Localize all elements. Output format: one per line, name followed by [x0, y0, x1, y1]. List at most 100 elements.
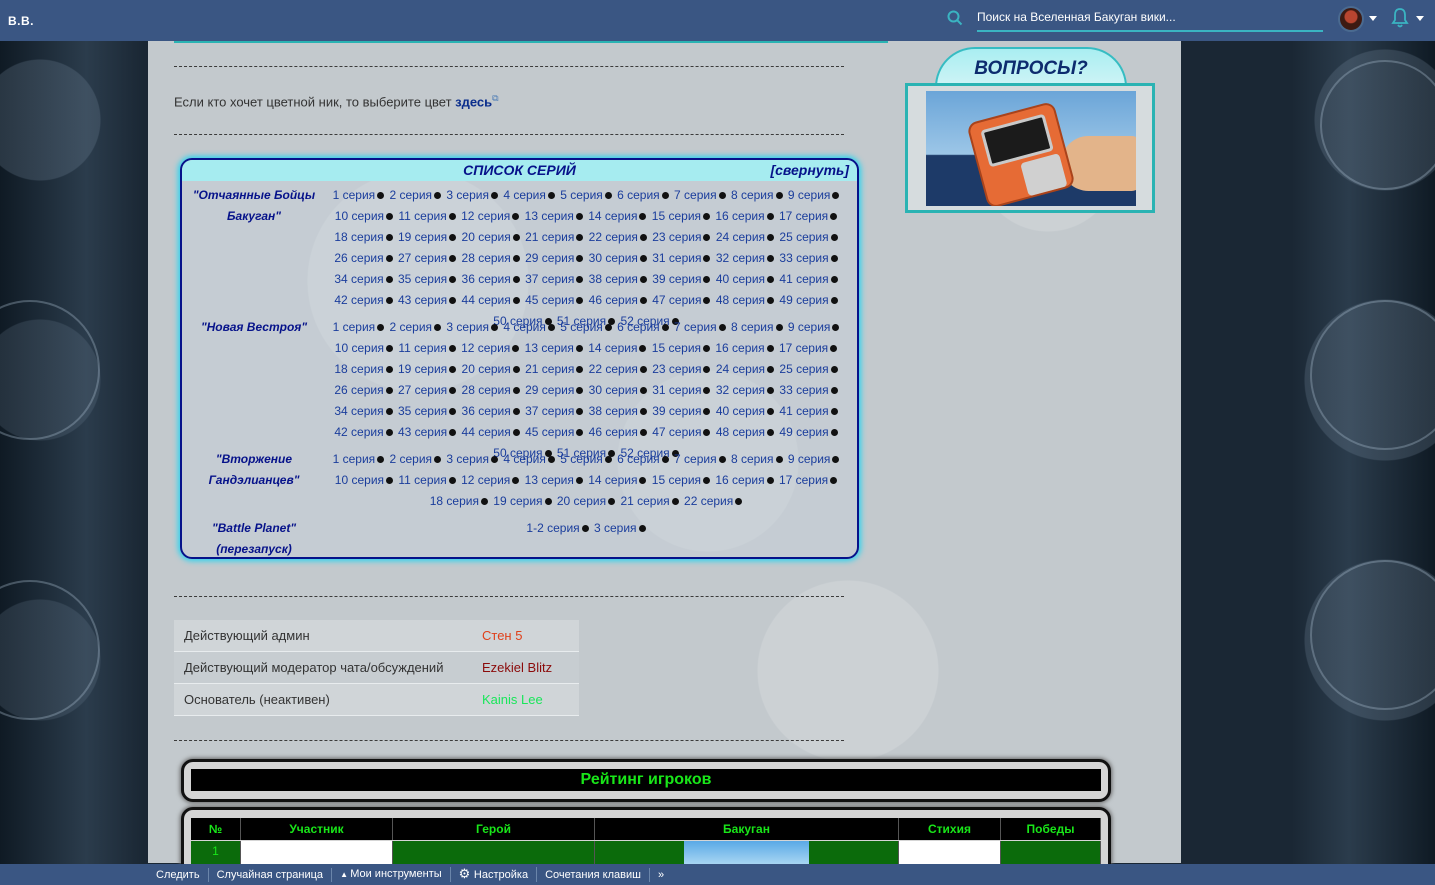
episode-link[interactable]: 6 серия	[617, 320, 660, 334]
episode-link[interactable]: 19 серия	[493, 494, 542, 508]
episode-link[interactable]: 30 серия	[589, 383, 638, 397]
episode-link[interactable]: 17 серия	[779, 341, 828, 355]
episode-link[interactable]: 48 серия	[716, 425, 765, 439]
episode-link[interactable]: 12 серия	[461, 209, 510, 223]
episode-link[interactable]: 42 серия	[334, 293, 383, 307]
episode-link[interactable]: 47 серия	[652, 293, 701, 307]
episode-link[interactable]: 21 серия	[620, 494, 669, 508]
episode-link[interactable]: 49 серия	[779, 425, 828, 439]
episode-link[interactable]: 46 серия	[589, 293, 638, 307]
episode-link[interactable]: 23 серия	[652, 230, 701, 244]
episode-link[interactable]: 9 серия	[788, 452, 831, 466]
episode-link[interactable]: 35 серия	[398, 404, 447, 418]
episode-link[interactable]: 33 серия	[779, 383, 828, 397]
episode-link[interactable]: 34 серия	[334, 272, 383, 286]
episode-link[interactable]: 24 серия	[716, 230, 765, 244]
episode-link[interactable]: 7 серия	[674, 188, 717, 202]
more-button[interactable]: »	[650, 868, 672, 882]
collapse-button[interactable]: [свернуть]	[770, 160, 849, 181]
episode-link[interactable]: 31 серия	[652, 383, 701, 397]
episode-link[interactable]: 18 серия	[334, 362, 383, 376]
season-title[interactable]: "Отчаянные Бойцы Бакуган"	[186, 185, 322, 227]
user-avatar[interactable]	[1338, 6, 1364, 32]
episode-link[interactable]: 6 серия	[617, 452, 660, 466]
staff-user-link[interactable]: Ezekiel Blitz	[482, 660, 552, 675]
episode-link[interactable]: 12 серия	[461, 341, 510, 355]
episode-link[interactable]: 11 серия	[398, 473, 446, 487]
search-icon[interactable]	[947, 10, 963, 26]
episode-link[interactable]: 3 серия	[446, 320, 489, 334]
search-input[interactable]	[977, 6, 1323, 28]
episode-link[interactable]: 22 серия	[589, 362, 638, 376]
episode-link[interactable]: 1 серия	[333, 452, 376, 466]
staff-user-link[interactable]: Kainis Lee	[482, 692, 543, 707]
episode-link[interactable]: 16 серия	[715, 209, 764, 223]
episode-link[interactable]: 40 серия	[716, 404, 765, 418]
episode-link[interactable]: 43 серия	[398, 293, 447, 307]
questions-tab[interactable]: ВОПРОСЫ?	[935, 47, 1127, 87]
episode-link[interactable]: 28 серия	[462, 251, 511, 265]
episode-link[interactable]: 17 серия	[779, 473, 828, 487]
episode-link[interactable]: 36 серия	[462, 272, 511, 286]
episode-link[interactable]: 46 серия	[589, 425, 638, 439]
episode-link[interactable]: 22 серия	[589, 230, 638, 244]
season-title[interactable]: "Новая Вестроя"	[186, 317, 322, 338]
episode-link[interactable]: 44 серия	[462, 425, 511, 439]
wiki-logo[interactable]: B.B.	[8, 14, 34, 28]
episode-link[interactable]: 13 серия	[525, 341, 574, 355]
follow-button[interactable]: Следить	[148, 867, 209, 882]
episode-link[interactable]: 4 серия	[503, 452, 546, 466]
episode-link[interactable]: 20 серия	[462, 362, 511, 376]
episode-link[interactable]: 25 серия	[779, 362, 828, 376]
episode-link[interactable]: 14 серия	[588, 209, 637, 223]
episode-link[interactable]: 1 серия	[333, 188, 376, 202]
episode-link[interactable]: 2 серия	[390, 452, 433, 466]
episode-link[interactable]: 5 серия	[560, 188, 603, 202]
episode-link[interactable]: 10 серия	[335, 341, 384, 355]
episode-link[interactable]: 44 серия	[462, 293, 511, 307]
episode-link[interactable]: 24 серия	[716, 362, 765, 376]
episode-link[interactable]: 47 серия	[652, 425, 701, 439]
season-title[interactable]: "Battle Planet" (перезапуск)	[186, 518, 322, 557]
episode-link[interactable]: 31 серия	[652, 251, 701, 265]
episode-link[interactable]: 18 серия	[334, 230, 383, 244]
episode-link[interactable]: 45 серия	[525, 293, 574, 307]
episode-link[interactable]: 14 серия	[588, 341, 637, 355]
episode-link[interactable]: 29 серия	[525, 251, 574, 265]
season-title[interactable]: "Вторжение Гандэлианцев"	[186, 449, 322, 491]
episode-link[interactable]: 9 серия	[788, 188, 831, 202]
episode-link[interactable]: 42 серия	[334, 425, 383, 439]
episode-link[interactable]: 1-2 серия	[526, 521, 579, 535]
episode-link[interactable]: 35 серия	[398, 272, 447, 286]
episode-link[interactable]: 9 серия	[788, 320, 831, 334]
episode-link[interactable]: 10 серия	[335, 473, 384, 487]
episode-link[interactable]: 17 серия	[779, 209, 828, 223]
episode-link[interactable]: 28 серия	[462, 383, 511, 397]
episode-link[interactable]: 8 серия	[731, 188, 774, 202]
episode-link[interactable]: 41 серия	[779, 272, 828, 286]
episode-link[interactable]: 29 серия	[525, 383, 574, 397]
episode-link[interactable]: 8 серия	[731, 320, 774, 334]
episode-link[interactable]: 4 серия	[503, 320, 546, 334]
episode-link[interactable]: 3 серия	[446, 452, 489, 466]
episode-link[interactable]: 14 серия	[588, 473, 637, 487]
episode-link[interactable]: 7 серия	[674, 320, 717, 334]
episode-link[interactable]: 32 серия	[716, 383, 765, 397]
episode-link[interactable]: 5 серия	[560, 452, 603, 466]
episode-link[interactable]: 25 серия	[779, 230, 828, 244]
episode-link[interactable]: 26 серия	[334, 383, 383, 397]
episode-link[interactable]: 48 серия	[716, 293, 765, 307]
episode-link[interactable]: 8 серия	[731, 452, 774, 466]
episode-link[interactable]: 27 серия	[398, 383, 447, 397]
random-page-button[interactable]: Случайная страница	[209, 867, 333, 882]
episode-link[interactable]: 32 серия	[716, 251, 765, 265]
episode-link[interactable]: 33 серия	[779, 251, 828, 265]
episode-link[interactable]: 36 серия	[462, 404, 511, 418]
episode-link[interactable]: 18 серия	[430, 494, 479, 508]
episode-link[interactable]: 23 серия	[652, 362, 701, 376]
episode-link[interactable]: 34 серия	[334, 404, 383, 418]
episode-link[interactable]: 27 серия	[398, 251, 447, 265]
chevron-down-icon[interactable]	[1369, 16, 1377, 21]
episode-link[interactable]: 5 серия	[560, 320, 603, 334]
customize-button[interactable]: ⚙ Настройка	[451, 867, 538, 882]
